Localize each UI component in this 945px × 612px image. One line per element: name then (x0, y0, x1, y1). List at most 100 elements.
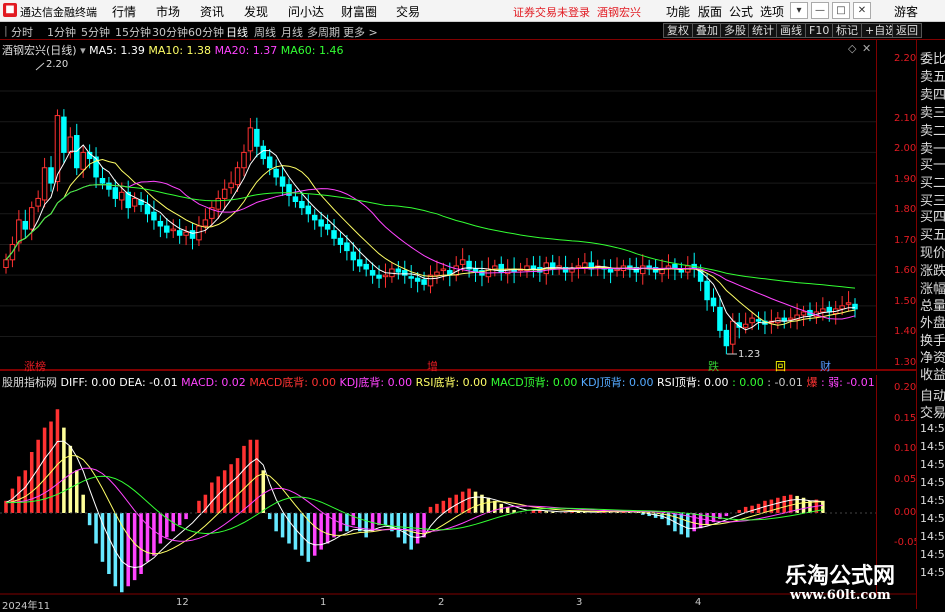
tick-time: 14:56 (920, 566, 945, 579)
candle-body (324, 224, 331, 230)
sidebar-item[interactable]: 卖五 (920, 66, 945, 85)
indicator-legend: 股朋指标网 DIFF: 0.00 DEA: -0.01 MACD: 0.02 M… (2, 374, 875, 390)
moving-average-lines (5, 144, 856, 331)
candle-body (363, 263, 369, 270)
high-price-label: 2.20 (46, 59, 69, 70)
sidebar-item[interactable]: 买五 (920, 224, 945, 243)
sidebar-trade[interactable]: 交易 (920, 402, 945, 421)
marker-finance[interactable]: 财 (820, 358, 831, 374)
candle-body (189, 230, 196, 239)
watermark-title: 乐淘公式网 (785, 563, 896, 589)
candle-body (607, 268, 614, 273)
legend-toggle-icon[interactable]: ▾ (80, 44, 86, 57)
date-label: 3 (576, 597, 583, 608)
candle-body (279, 176, 286, 187)
candle-body (839, 305, 845, 310)
sidebar-item[interactable]: 涨跌 (920, 260, 945, 279)
sidebar-item[interactable]: 买四 (920, 206, 945, 225)
sidebar-item[interactable]: 收益 (920, 364, 945, 383)
price-tick: 2.20 (894, 53, 917, 64)
candle-body (157, 220, 164, 227)
candle-body (202, 219, 209, 227)
candle-body (106, 182, 112, 190)
sidebar-item[interactable]: 买二 (920, 172, 945, 191)
sidebar-item[interactable]: 卖四 (920, 84, 945, 103)
chart-canvas[interactable] (0, 0, 945, 609)
price-tick: 2.00 (894, 143, 917, 154)
candle-body (164, 225, 170, 233)
candle-body (440, 268, 447, 272)
candle-body (35, 197, 41, 207)
date-label: 2024年11 (2, 601, 51, 612)
price-tick: 1.70 (894, 235, 917, 246)
candle-body (402, 270, 408, 276)
candle-body (723, 329, 730, 347)
weak-value: : 弱: -0.01 (820, 376, 875, 389)
macd-bottom-div: MACD底背: 0.00 (249, 376, 336, 389)
price-tick: 1.90 (894, 174, 917, 185)
price-tick: 2.10 (894, 113, 917, 124)
sidebar-item[interactable]: 委比 (920, 48, 945, 67)
candle-body (80, 151, 86, 170)
marker-limit-up[interactable]: 涨榜 (24, 358, 46, 374)
price-tick: 1.60 (894, 265, 917, 276)
marker-drop[interactable]: 跌 (708, 358, 719, 374)
settings-icon[interactable]: ◇ (848, 42, 856, 55)
candle-body (820, 308, 826, 313)
candle-body (318, 219, 324, 227)
candle-body (826, 306, 833, 313)
indicator-tick: 0.05 (894, 474, 917, 485)
burst-label: 爆 (806, 376, 818, 389)
sidebar-item[interactable]: 现价 (920, 242, 945, 261)
price-tick: 1.40 (894, 326, 917, 337)
dea-value: DEA: -0.01 (119, 376, 178, 389)
low-price-label: 1.23 (738, 349, 761, 360)
sidebar-item[interactable]: 外盘 (920, 312, 945, 331)
candle-body (755, 319, 762, 322)
date-label: 2 (438, 597, 445, 608)
candle-body (170, 228, 176, 232)
candle-body (344, 242, 350, 252)
sidebar-item[interactable]: 买一 (920, 154, 945, 173)
candle-body (408, 276, 414, 279)
kdj-bottom-div: KDJ底背: 0.00 (339, 376, 413, 389)
candle-body (845, 302, 852, 305)
candle-body (356, 259, 363, 267)
candle-body (228, 182, 234, 189)
tick-time: 14:56 (920, 530, 945, 543)
candle-body (131, 197, 138, 207)
close-pane-icon[interactable]: ✕ (862, 42, 871, 55)
indicator-name[interactable]: 股朋指标网 (2, 376, 57, 389)
candle-body (176, 230, 183, 236)
sidebar-item[interactable]: 卖三 (920, 102, 945, 121)
candle-body (234, 167, 241, 186)
indicator-tick: 0.15 (894, 413, 917, 424)
rsi-top-div: RSI顶背: 0.00 (656, 376, 729, 389)
candle-body (717, 306, 723, 331)
candle-body (434, 271, 440, 276)
tick-time: 14:56 (920, 422, 945, 435)
candle-body (492, 265, 498, 270)
candle-body (678, 270, 685, 273)
candle-body (99, 177, 106, 184)
quote-sidebar: 委比 卖五 卖四 卖三 卖二 卖一 买一 买二 买三 买四 买五 现价 涨跌 涨… (916, 40, 945, 609)
ma60-value: MA60: 1.46 (280, 44, 344, 57)
candle-body (704, 280, 710, 301)
candle-body (395, 268, 402, 273)
extra-value-2: : -0.01 (767, 376, 803, 389)
date-label: 12 (176, 597, 189, 608)
macd-top-div: MACD顶背: 0.00 (490, 376, 578, 389)
tick-time: 14:56 (920, 458, 945, 471)
marker-callback[interactable]: 回 (775, 358, 786, 374)
price-tick: 1.50 (894, 296, 917, 307)
candle-body (852, 303, 858, 310)
high-annotation (35, 62, 45, 71)
price-axis: 2.20 2.10 2.00 1.90 1.80 1.70 1.60 1.50 … (876, 40, 916, 370)
marker-increase[interactable]: 增 (427, 358, 438, 374)
sidebar-item[interactable]: 卖二 (920, 120, 945, 139)
candlestick-series (3, 109, 858, 355)
candle-body (241, 151, 247, 169)
candle-body (22, 220, 29, 230)
main-legend: 酒钢宏兴(日线) ▾ MA5: 1.39 MA10: 1.38 MA20: 1.… (2, 42, 344, 58)
candle-body (16, 219, 22, 244)
